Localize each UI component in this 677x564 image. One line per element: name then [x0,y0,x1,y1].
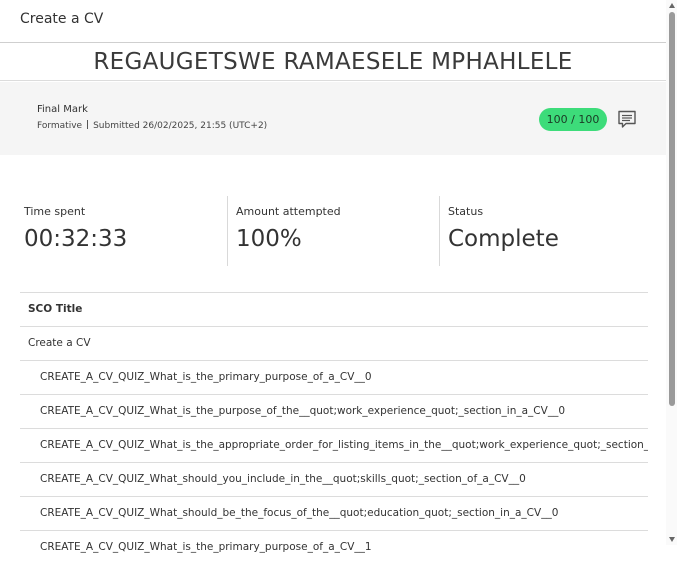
comment-icon [618,110,636,128]
submitted-date: Submitted 26/02/2025, 21:55 (UTC+2) [93,121,268,131]
sco-title: CREATE_A_CV_QUIZ_What_should_be_the_focu… [40,507,559,519]
submission-meta: Formative Submitted 26/02/2025, 21:55 (UT… [37,120,267,131]
stat-status: Status Complete [439,196,648,266]
final-mark-label: Final Mark [37,104,88,115]
table-header: SCO Title [20,292,648,326]
sco-table: SCO Title Create a CV CREATE_A_CV_QUIZ_W… [20,292,648,564]
time-spent-label: Time spent [24,205,86,218]
table-row: CREATE_A_CV_QUIZ_What_should_you_include… [20,462,648,496]
table-row: CREATE_A_CV_QUIZ_What_is_the_purpose_of_… [20,394,648,428]
meta-divider [87,120,89,129]
table-row: CREATE_A_CV_QUIZ_What_should_be_the_focu… [20,496,648,530]
grade-badge: 100 / 100 [539,108,607,131]
sco-title: CREATE_A_CV_QUIZ_What_is_the_appropriate… [40,439,648,451]
scroll-up-arrow-icon[interactable] [669,3,675,8]
scroll-down-arrow-icon[interactable] [669,537,675,542]
sco-title: Create a CV [28,337,91,349]
comment-button[interactable] [617,109,637,129]
sco-title: CREATE_A_CV_QUIZ_What_is_the_purpose_of_… [40,405,565,417]
sco-title: CREATE_A_CV_QUIZ_What_is_the_primary_pur… [40,541,372,553]
stat-amount-attempted: Amount attempted 100% [227,196,436,266]
sco-title: CREATE_A_CV_QUIZ_What_should_you_include… [40,473,526,485]
table-row: Create a CV [20,326,648,360]
stat-time-spent: Time spent 00:32:33 [24,196,224,266]
amount-attempted-value: 100% [236,226,302,252]
sco-title: CREATE_A_CV_QUIZ_What_is_the_primary_pur… [40,371,372,383]
dialog-header: Create a CV [0,0,666,43]
status-label: Status [448,205,484,218]
time-spent-value: 00:32:33 [24,226,128,252]
sco-title-column-header: SCO Title [28,303,83,315]
final-mark-panel: Final Mark Formative Submitted 26/02/2025… [0,82,666,155]
amount-attempted-label: Amount attempted [236,205,341,218]
assessment-type: Formative [37,121,83,131]
table-row: CREATE_A_CV_QUIZ_What_is_the_appropriate… [20,428,648,462]
table-row: CREATE_A_CV_QUIZ_What_is_the_primary_pur… [20,530,648,564]
scrollbar-thumb[interactable] [669,12,675,406]
learner-name: REGAUGETSWE RAMAESELE MPHAHLELE [0,44,666,81]
status-value: Complete [448,226,559,252]
table-row: CREATE_A_CV_QUIZ_What_is_the_primary_pur… [20,360,648,394]
dialog-title: Create a CV [20,11,104,27]
